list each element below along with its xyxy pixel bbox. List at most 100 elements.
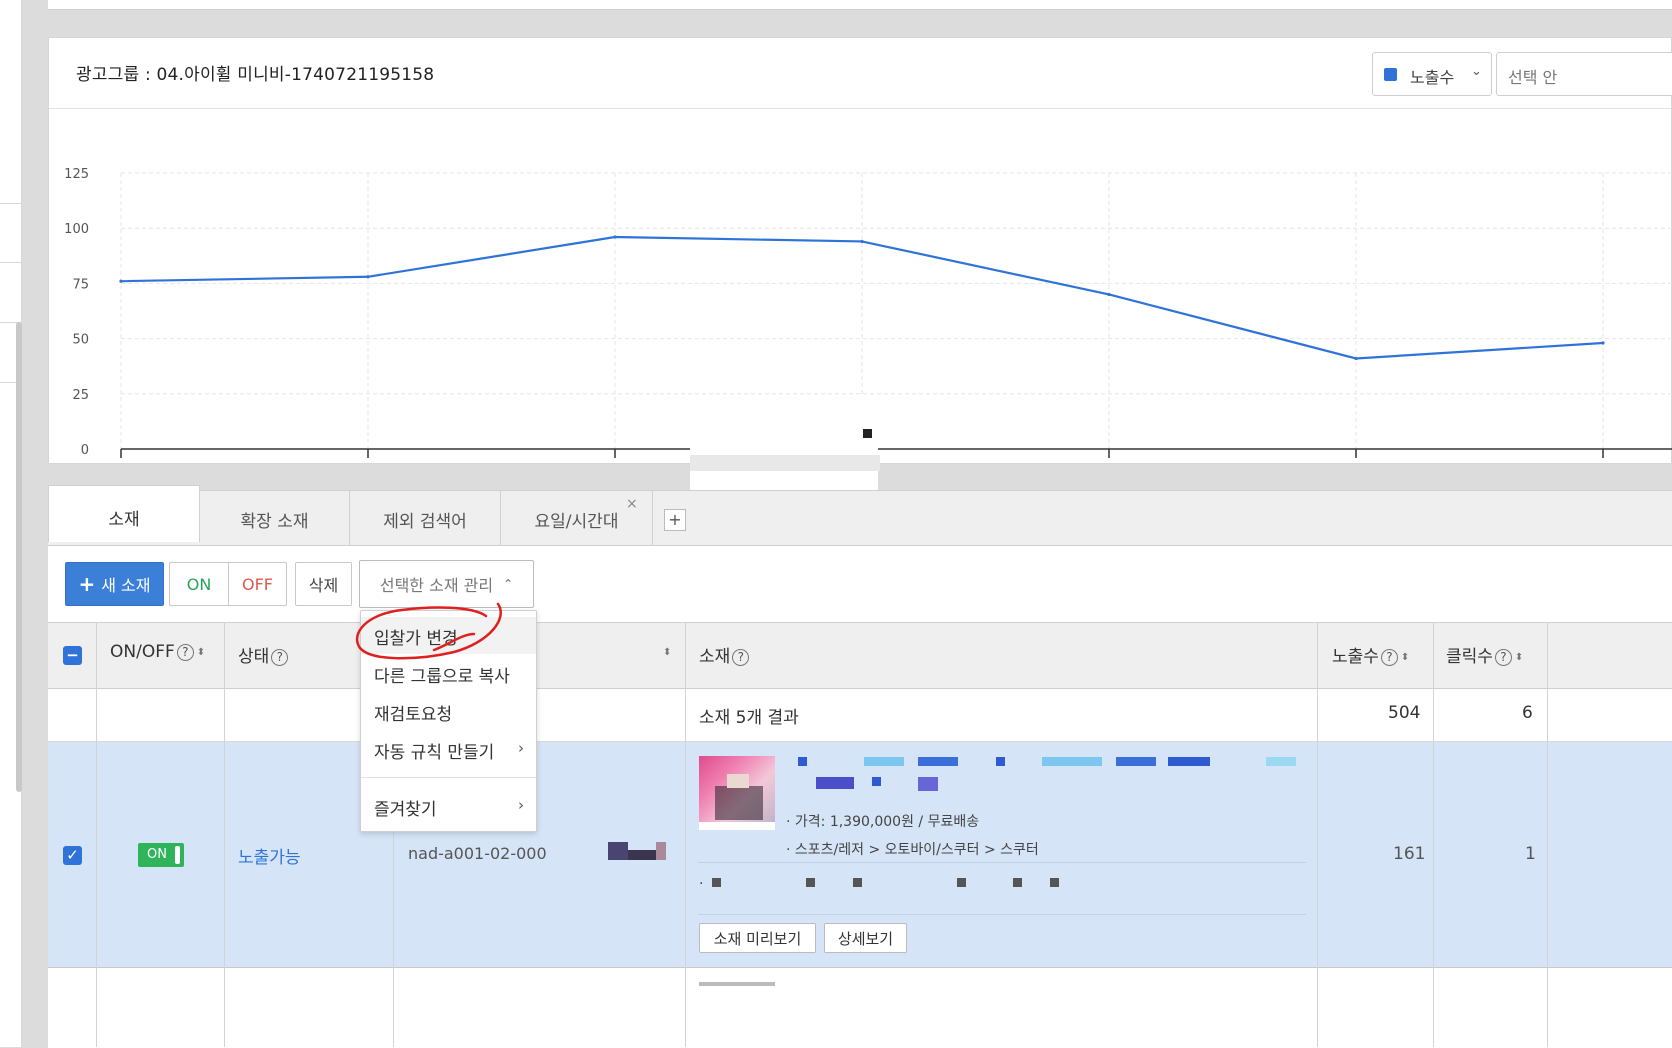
redaction-pixel: [1050, 878, 1059, 887]
menu-item-re-review[interactable]: 재검토요청: [361, 693, 536, 730]
ad-preview-button[interactable]: 소재 미리보기: [699, 923, 816, 953]
sort-icon[interactable]: ⬍: [197, 648, 205, 658]
divider: [0, 203, 22, 204]
divider: [698, 862, 1306, 863]
ad-id: nad-a001-02-000: [408, 844, 547, 863]
add-tab-button[interactable]: +: [664, 509, 686, 531]
table-row[interactable]: [48, 968, 1672, 1048]
row-clicks: 1: [1525, 844, 1536, 864]
top-panel-edge: [48, 0, 1672, 10]
menu-item-label: 자동 규칙 만들기: [374, 743, 495, 763]
help-icon[interactable]: ?: [176, 644, 194, 661]
tab-label: 요일/시간대: [534, 511, 619, 532]
row-checkbox[interactable]: ✓: [63, 846, 82, 865]
help-icon[interactable]: ?: [732, 649, 750, 666]
tab-excluded-keywords[interactable]: 제외 검색어: [350, 491, 501, 547]
chevron-right-icon: ›: [518, 739, 524, 757]
off-button[interactable]: OFF: [228, 562, 287, 606]
redaction-pixel: [863, 429, 872, 438]
ad-extra-dot: ·: [699, 876, 704, 892]
y-tick-label: 100: [64, 222, 89, 237]
tab-extension-ads[interactable]: 확장 소재: [200, 491, 350, 547]
column-divider: [96, 622, 97, 1047]
thumbnail-shade: [715, 786, 763, 820]
metric-select[interactable]: 노출수 ⌄: [1372, 52, 1492, 96]
y-tick-label: 50: [72, 333, 89, 348]
ad-group-title: 광고그룹 : 04.아이휠 미니비-1740721195158: [76, 65, 435, 85]
header-onoff[interactable]: ON/OFF? ⬍: [110, 642, 205, 662]
menu-item-favorites[interactable]: 즐겨찾기 ›: [361, 788, 536, 825]
close-icon[interactable]: ×: [626, 496, 638, 512]
y-tick-label: 75: [72, 277, 89, 292]
sort-icon[interactable]: ⬍: [1401, 653, 1409, 663]
redaction-pixel: [712, 878, 721, 887]
series-color-swatch: [1384, 68, 1397, 81]
thumbnail-footer: [699, 822, 775, 830]
redaction-pixel: [656, 842, 666, 860]
help-icon[interactable]: ?: [1380, 649, 1398, 666]
ad-detail-button[interactable]: 상세보기: [824, 923, 907, 953]
ad-category: · 스포츠/레저 > 오토바이/스쿠터 > 스쿠터: [786, 842, 1039, 858]
chevron-up-icon: ⌃: [503, 577, 514, 591]
manage-selected-label: 선택한 소재 관리: [379, 576, 494, 595]
redaction-pixel: [1168, 757, 1210, 766]
redaction-band: [690, 455, 880, 471]
y-tick-label: 25: [72, 388, 89, 403]
secondary-metric-label: 선택 안: [1508, 68, 1558, 87]
help-icon[interactable]: ?: [271, 649, 289, 666]
redacted-ad-extra: [712, 878, 1072, 888]
redaction-pixel: [864, 757, 904, 766]
next-row-thumbnail: [699, 982, 775, 986]
menu-item-auto-rule[interactable]: 자동 규칙 만들기 ›: [361, 731, 536, 768]
header-ad-id-sort[interactable]: ⬍: [660, 642, 671, 662]
header-label: ON/OFF: [110, 642, 175, 662]
redaction-pixel: [608, 842, 628, 860]
menu-separator: [361, 777, 536, 778]
chevron-down-icon: ⌄: [1471, 64, 1482, 79]
redaction-pixel: [1266, 757, 1296, 766]
ad-thumbnail[interactable]: [699, 756, 775, 830]
status-link[interactable]: 노출가능: [238, 843, 301, 868]
column-divider: [1433, 622, 1434, 1047]
redaction-pixel: [996, 757, 1005, 766]
redaction-pixel: [918, 777, 938, 791]
new-ad-button[interactable]: + 새 소재: [65, 562, 164, 606]
help-icon[interactable]: ?: [1494, 649, 1512, 666]
on-off-toggle[interactable]: ON: [138, 843, 184, 867]
redaction-pixel: [872, 777, 881, 786]
redacted-ad-title: [798, 757, 1298, 791]
divider: [698, 914, 1306, 915]
redaction-pixel: [853, 878, 862, 887]
menu-item-label: 즐겨찾기: [374, 800, 437, 820]
summary-label: 소재 5개 결과: [699, 708, 799, 728]
select-all-checkbox[interactable]: −: [63, 646, 82, 665]
delete-button[interactable]: 삭제: [295, 562, 352, 606]
header-label: 클릭수: [1446, 647, 1493, 667]
header-impressions[interactable]: 노출수? ⬍: [1332, 642, 1409, 667]
menu-item-label: 다른 그룹으로 복사: [374, 667, 510, 687]
chart-header: 광고그룹 : 04.아이휠 미니비-1740721195158 노출수 ⌄ 선택…: [49, 38, 1672, 109]
tab-ads[interactable]: 소재: [48, 485, 200, 542]
row-impressions: 161: [1393, 844, 1426, 864]
redaction-pixel: [798, 757, 807, 766]
ads-table: − ON/OFF? ⬍ 상태? ⬍ 소재? 노출수? ⬍ 클릭수? ⬍ 소재 5개 결…: [48, 622, 1672, 1048]
header-status: 상태?: [238, 642, 289, 667]
summary-impressions: 504: [1388, 703, 1421, 723]
sort-icon[interactable]: ⬍: [663, 648, 671, 658]
redaction-pixel: [957, 878, 966, 887]
divider: [0, 262, 22, 263]
y-tick-label: 0: [81, 443, 89, 458]
scrollbar[interactable]: [16, 322, 22, 792]
on-button[interactable]: ON: [169, 562, 228, 606]
data-point: [1601, 341, 1605, 345]
secondary-metric-select[interactable]: 선택 안: [1496, 52, 1672, 96]
ad-price: · 가격: 1,390,000원 / 무료배송: [786, 814, 980, 830]
redaction-pixel: [816, 777, 854, 789]
header-ad: 소재?: [699, 642, 750, 667]
menu-item-label: 재검토요청: [374, 705, 453, 725]
sort-icon[interactable]: ⬍: [1515, 653, 1523, 663]
summary-clicks: 6: [1522, 703, 1533, 723]
new-ad-label: 새 소재: [101, 576, 151, 595]
header-clicks[interactable]: 클릭수? ⬍: [1446, 642, 1523, 667]
header-label: 노출수: [1332, 647, 1379, 667]
